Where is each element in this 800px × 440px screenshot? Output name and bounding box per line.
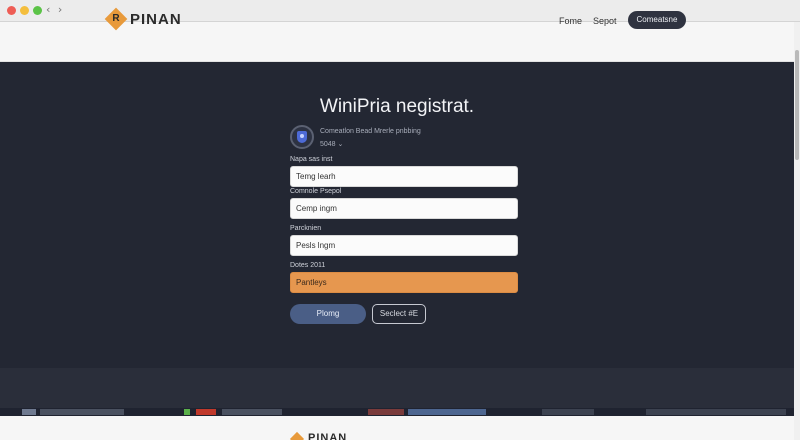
info-sub-dropdown[interactable]: 5048 ⌄ xyxy=(320,140,343,148)
shield-icon xyxy=(297,131,307,143)
logo-icon[interactable]: R xyxy=(104,7,128,31)
header-cta-button[interactable]: Comeatsne xyxy=(628,11,686,29)
field-3-input[interactable]: Pesls lngm xyxy=(290,235,518,256)
taskbar-app-icon[interactable] xyxy=(40,409,124,415)
taskbar-app-icon[interactable] xyxy=(184,409,190,415)
field-2-input[interactable]: Cemp ingm xyxy=(290,198,518,219)
taskbar-app-icon[interactable] xyxy=(408,409,486,415)
logo-letter: R xyxy=(112,13,120,24)
taskbar-app-icon[interactable] xyxy=(542,409,594,415)
field-label-2: Comnole Psepol xyxy=(290,188,342,195)
field-1-input[interactable]: Temg learh xyxy=(290,166,518,187)
field-4-select[interactable]: Pantleys xyxy=(290,272,518,293)
minimize-window-button[interactable] xyxy=(20,6,29,15)
nav-support-link[interactable]: Sepot xyxy=(593,16,617,26)
site-footer xyxy=(0,416,794,440)
taskbar-app-icon[interactable] xyxy=(368,409,404,415)
field-label-3: Parcknien xyxy=(290,225,322,232)
brand-name[interactable]: PINAN xyxy=(130,11,182,28)
avatar xyxy=(290,125,314,149)
nav-home-link[interactable]: Fome xyxy=(559,16,582,26)
info-line: Comeatlon Bead Mrerle pnbbing xyxy=(320,128,421,135)
close-window-button[interactable] xyxy=(7,6,16,15)
taskbar-app-icon[interactable] xyxy=(22,409,36,415)
maximize-window-button[interactable] xyxy=(33,6,42,15)
footer-brand: PINAN xyxy=(308,432,348,440)
mail-icon[interactable] xyxy=(196,409,216,415)
hero-bottom-band xyxy=(0,368,794,410)
primary-button[interactable]: Plomg xyxy=(290,304,366,324)
page-title: WiniPria negistrat. xyxy=(319,96,475,117)
scrollbar-thumb[interactable] xyxy=(795,50,799,160)
system-tray[interactable] xyxy=(646,409,786,415)
taskbar-app-icon[interactable] xyxy=(222,409,282,415)
secondary-button[interactable]: Seclect #E xyxy=(372,304,426,324)
field-label-4: Dotes 2011 xyxy=(290,262,326,269)
back-forward-arrows-icon[interactable]: ‹ › xyxy=(46,3,64,16)
field-label-1: Napa sas inst xyxy=(290,156,333,163)
